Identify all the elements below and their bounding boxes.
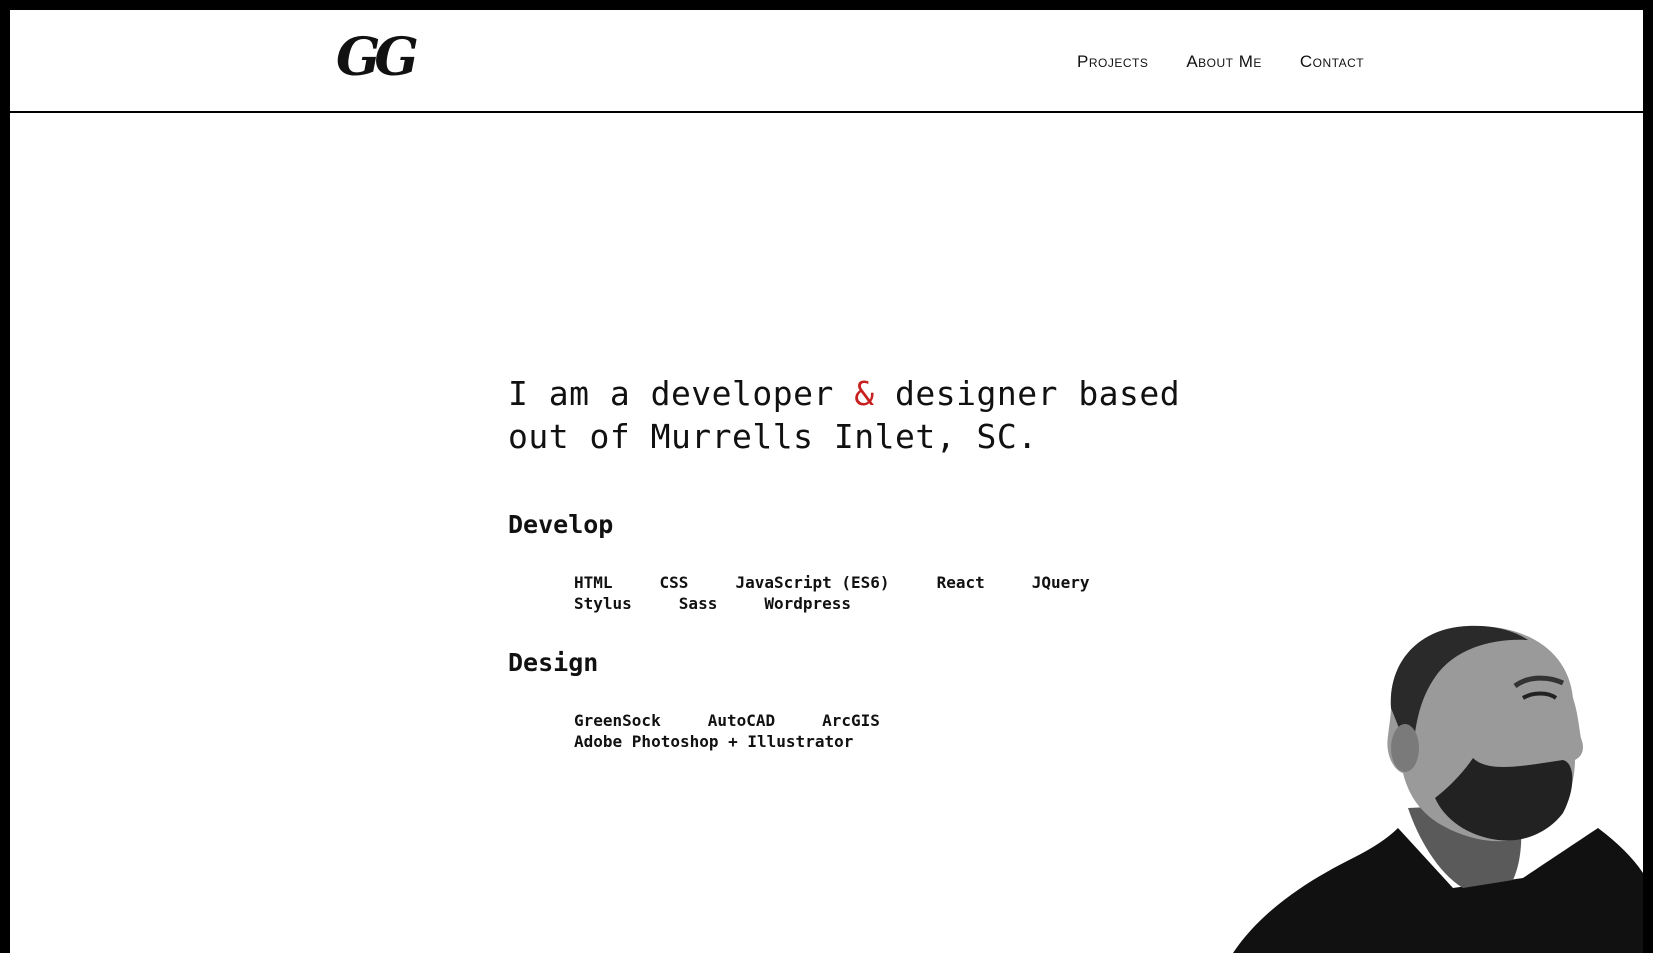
skill-item: HTML (574, 573, 613, 592)
skill-item: React (936, 573, 985, 592)
nav-projects-link[interactable]: Projects (1077, 52, 1148, 72)
skill-item: Stylus (574, 594, 632, 613)
skill-item: CSS (659, 573, 689, 592)
develop-skills-row-1: HTML CSS JavaScript (ES6) React JQuery (574, 572, 1134, 593)
design-heading: Design (508, 648, 599, 677)
intro-part-1: I am a developer (508, 374, 855, 413)
skill-item: ArcGIS (822, 711, 880, 730)
skill-item: JQuery (1031, 573, 1090, 592)
main-nav: Projects About Me Contact (1077, 52, 1364, 72)
skill-item: Sass (678, 594, 718, 613)
nav-about-link[interactable]: About Me (1186, 52, 1262, 72)
nav-contact-link[interactable]: Contact (1300, 52, 1364, 72)
skill-item: JavaScript (ES6) (735, 573, 890, 592)
design-skills: GreenSock AutoCAD ArcGIS Adobe Photoshop +… (574, 710, 1134, 752)
skill-item: AutoCAD (707, 711, 776, 730)
skill-item: Wordpress (764, 594, 852, 613)
design-skills-row-2: Adobe Photoshop + Illustrator (574, 731, 1134, 752)
develop-skills-row-2: Stylus Sass Wordpress (574, 593, 1134, 614)
skill-item: Adobe Photoshop + Illustrator (574, 732, 854, 751)
skill-item: GreenSock (574, 711, 661, 730)
intro-ampersand: & (854, 374, 875, 413)
design-skills-row-1: GreenSock AutoCAD ArcGIS (574, 710, 1134, 731)
page-frame: GG Projects About Me Contact I am a deve… (0, 0, 1653, 953)
intro-text: I am a developer & designer based out of… (508, 372, 1208, 458)
site-header: GG Projects About Me Contact (10, 10, 1643, 113)
develop-skills: HTML CSS JavaScript (ES6) React JQuery Stylu… (574, 572, 1134, 614)
site-logo[interactable]: GG (336, 32, 419, 84)
profile-photo (1233, 625, 1643, 953)
develop-heading: Develop (508, 510, 614, 539)
